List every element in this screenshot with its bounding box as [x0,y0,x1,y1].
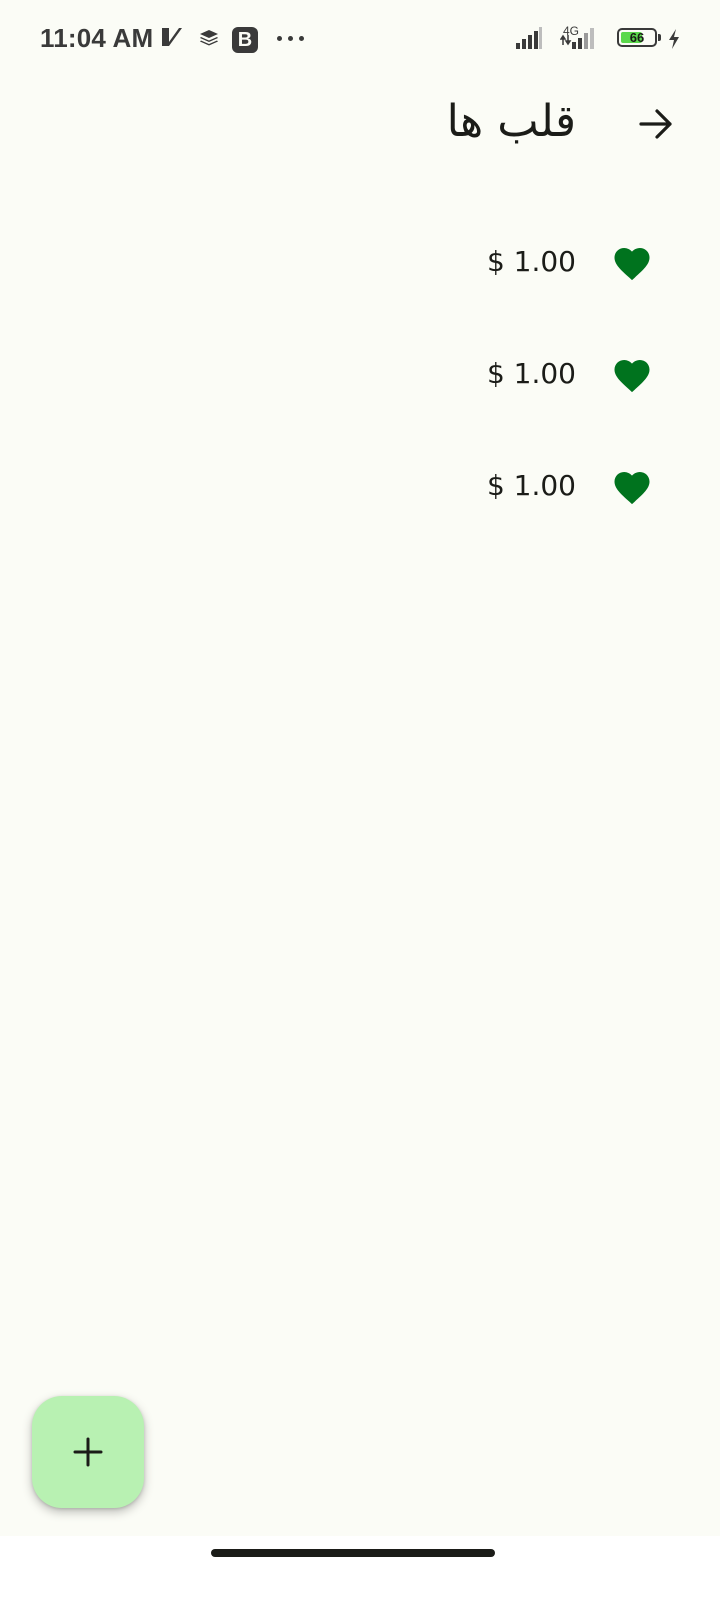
list-item[interactable]: $ 1.00 [0,436,720,548]
more-dots-icon [277,36,304,41]
add-button[interactable] [32,1396,144,1508]
heart-icon [614,360,650,393]
item-price: $ 1.00 [486,245,576,278]
status-bar: 11:04 AM B 4G 66 [0,0,720,80]
plus-icon [73,1437,103,1467]
home-indicator[interactable] [211,1549,495,1557]
battery-level: 66 [629,30,645,45]
signal-icon [516,27,542,49]
charging-bolt-icon [669,29,679,49]
item-price: $ 1.00 [486,357,576,390]
page-title: قلب ها [446,96,576,147]
gesture-nav-area [0,1536,720,1600]
back-button[interactable] [632,100,680,148]
layers-icon [200,30,218,46]
arrow-back-icon [639,109,672,139]
battery-icon: 66 [617,28,657,47]
list-item[interactable]: $ 1.00 [0,212,720,324]
signal-icon [560,28,594,49]
list-item[interactable]: $ 1.00 [0,324,720,436]
vpn-check-icon [162,28,182,46]
heart-icon [614,248,650,281]
b-app-icon: B [232,27,258,53]
item-price: $ 1.00 [486,469,576,502]
top-app-bar: قلب ها [0,80,720,168]
status-time: 11:04 AM [40,23,154,53]
hearts-list: $ 1.00 $ 1.00 $ 1.00 [0,212,720,548]
battery-nub [658,34,661,41]
heart-icon [614,472,650,505]
